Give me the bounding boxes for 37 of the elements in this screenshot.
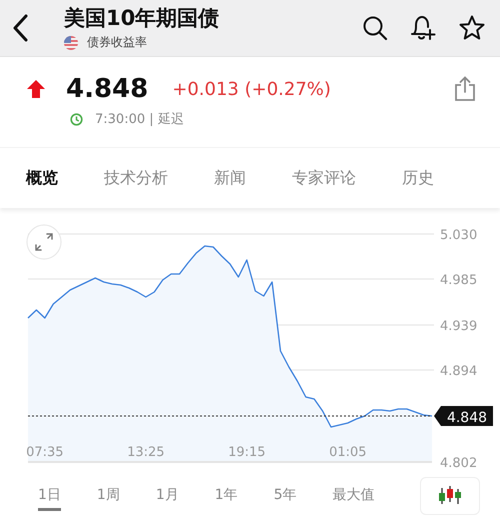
chart-type-button[interactable] bbox=[420, 477, 480, 515]
tab[interactable]: 技术分析 bbox=[104, 158, 168, 198]
x-axis-label: 07:35 bbox=[26, 445, 64, 460]
period-tab[interactable]: 5年 bbox=[274, 482, 297, 510]
x-axis-label: 13:25 bbox=[127, 445, 165, 460]
price-change: +0.013 (+0.27%) bbox=[172, 78, 332, 100]
star-icon[interactable] bbox=[458, 14, 486, 42]
price-value: 4.848 bbox=[66, 74, 148, 104]
tab[interactable]: 概览 bbox=[26, 158, 58, 198]
x-axis-label: 19:15 bbox=[228, 445, 266, 460]
x-axis-label: 01:05 bbox=[329, 445, 367, 460]
period-tab[interactable]: 最大值 bbox=[332, 482, 375, 510]
ref-line-label: 4.848 bbox=[446, 410, 488, 426]
y-axis-label: 4.939 bbox=[440, 319, 478, 334]
tab[interactable]: 专家评论 bbox=[292, 158, 356, 198]
y-axis-label: 4.802 bbox=[440, 456, 478, 471]
expand-icon[interactable] bbox=[26, 224, 62, 260]
back-icon[interactable] bbox=[12, 14, 28, 42]
period-tab[interactable]: 1周 bbox=[96, 482, 120, 510]
y-axis-label: 5.030 bbox=[440, 228, 478, 243]
subtitle: 债券收益率 bbox=[87, 34, 147, 51]
search-icon[interactable] bbox=[362, 15, 388, 41]
page-title: 美国10年期国债 bbox=[64, 5, 220, 31]
flag-icon bbox=[64, 36, 78, 50]
y-axis-label: 4.985 bbox=[440, 273, 478, 288]
clock-icon bbox=[70, 112, 83, 126]
period-tab[interactable]: 1日 bbox=[38, 482, 61, 510]
current-price-badge: 4.848 bbox=[434, 406, 493, 426]
tab[interactable]: 新闻 bbox=[214, 158, 246, 198]
y-axis-label: 4.894 bbox=[440, 364, 478, 379]
share-icon[interactable] bbox=[454, 76, 476, 102]
candlestick-icon bbox=[437, 485, 463, 507]
period-tab[interactable]: 1月 bbox=[156, 482, 179, 510]
bell-plus-icon[interactable] bbox=[410, 14, 436, 42]
period-tab[interactable]: 1年 bbox=[214, 482, 238, 510]
tab[interactable]: 历史 bbox=[402, 158, 434, 198]
quote-time: 7:30:00 | 延迟 bbox=[95, 111, 184, 128]
